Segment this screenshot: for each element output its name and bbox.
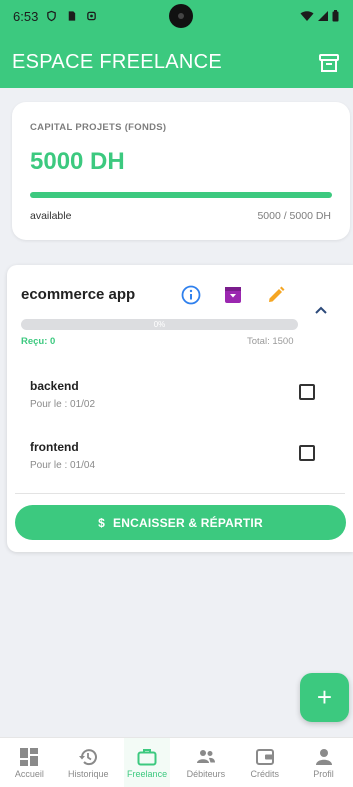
project-total: Total: 1500 [247, 336, 294, 347]
nav-label: Débiteurs [186, 769, 226, 779]
nav-label: Crédits [250, 769, 279, 779]
capital-progress-bar [30, 192, 332, 198]
person-icon [315, 749, 332, 765]
divider [15, 493, 345, 494]
archive-icon[interactable] [318, 52, 340, 74]
capital-card: CAPITAL PROJETS (FONDS) 5000 DH availabl… [12, 102, 350, 240]
edit-icon[interactable] [265, 284, 287, 306]
project-progress-percent: 0% [153, 320, 166, 329]
nav-item-debiteurs[interactable]: Débiteurs [176, 738, 235, 787]
task-name: frontend [30, 440, 79, 454]
task-due-date: Pour le : 01/02 [30, 399, 96, 410]
notification-icon [87, 11, 96, 21]
add-project-button[interactable]: + [300, 673, 349, 722]
nav-label: Accueil [14, 769, 44, 779]
nav-item-credits[interactable]: Crédits [235, 738, 294, 787]
dollar-icon: $ [98, 515, 106, 530]
signal-icon [318, 11, 328, 21]
nav-item-historique[interactable]: Historique [59, 738, 118, 787]
task-checkbox[interactable] [299, 384, 315, 400]
task-name: backend [30, 379, 79, 393]
shield-icon [47, 10, 56, 22]
info-icon[interactable] [180, 284, 202, 306]
task-due-date: Pour le : 01/04 [30, 460, 96, 471]
archive-project-icon[interactable] [222, 284, 244, 306]
nav-item-profil[interactable]: Profil [294, 738, 353, 787]
wallet-icon [255, 749, 274, 765]
project-card: ecommerce app 0% Reçu: 0 Total: 1500 bac… [7, 265, 353, 552]
capital-available-label: available [30, 210, 72, 222]
history-icon [79, 749, 98, 766]
nav-label: Freelance [127, 769, 168, 779]
capital-label: CAPITAL PROJETS (FONDS) [30, 122, 167, 133]
camera-cutout [169, 4, 193, 28]
project-title: ecommerce app [21, 286, 136, 303]
battery-icon [332, 10, 339, 22]
plus-icon: + [316, 682, 333, 712]
nav-item-freelance[interactable]: Freelance [118, 738, 177, 787]
page-title: ESPACE FREELANCE [12, 51, 223, 73]
task-checkbox[interactable] [299, 445, 315, 461]
task-item: frontend Pour le : 01/04 [30, 440, 330, 480]
capital-amount: 5000 DH [30, 148, 125, 175]
status-indicators [300, 10, 339, 22]
project-received: Reçu: 0 [21, 336, 56, 347]
status-time: 6:53 [13, 9, 39, 24]
bottom-navigation: Accueil Historique Freelance Débiteurs C… [0, 737, 353, 787]
status-bar: 6:53 [0, 0, 353, 34]
nav-label: Profil [313, 769, 334, 779]
dashboard-icon [20, 748, 39, 766]
nav-item-accueil[interactable]: Accueil [0, 738, 59, 787]
people-icon [196, 750, 215, 763]
task-item: backend Pour le : 01/02 [30, 379, 330, 419]
wifi-icon [300, 11, 314, 21]
sim-card-icon [68, 11, 76, 21]
cash-in-distribute-button[interactable]: $ ENCAISSER & RÉPARTIR [15, 505, 346, 540]
chevron-up-icon[interactable] [314, 305, 328, 315]
cash-in-distribute-label: ENCAISSER & RÉPARTIR [113, 515, 263, 530]
briefcase-icon [137, 749, 157, 766]
project-progress-bar: 0% [21, 319, 298, 330]
nav-label: Historique [67, 769, 109, 779]
capital-ratio: 5000 / 5000 DH [257, 210, 331, 222]
app-header: 6:53 ESPACE FREELANCE [0, 0, 353, 88]
